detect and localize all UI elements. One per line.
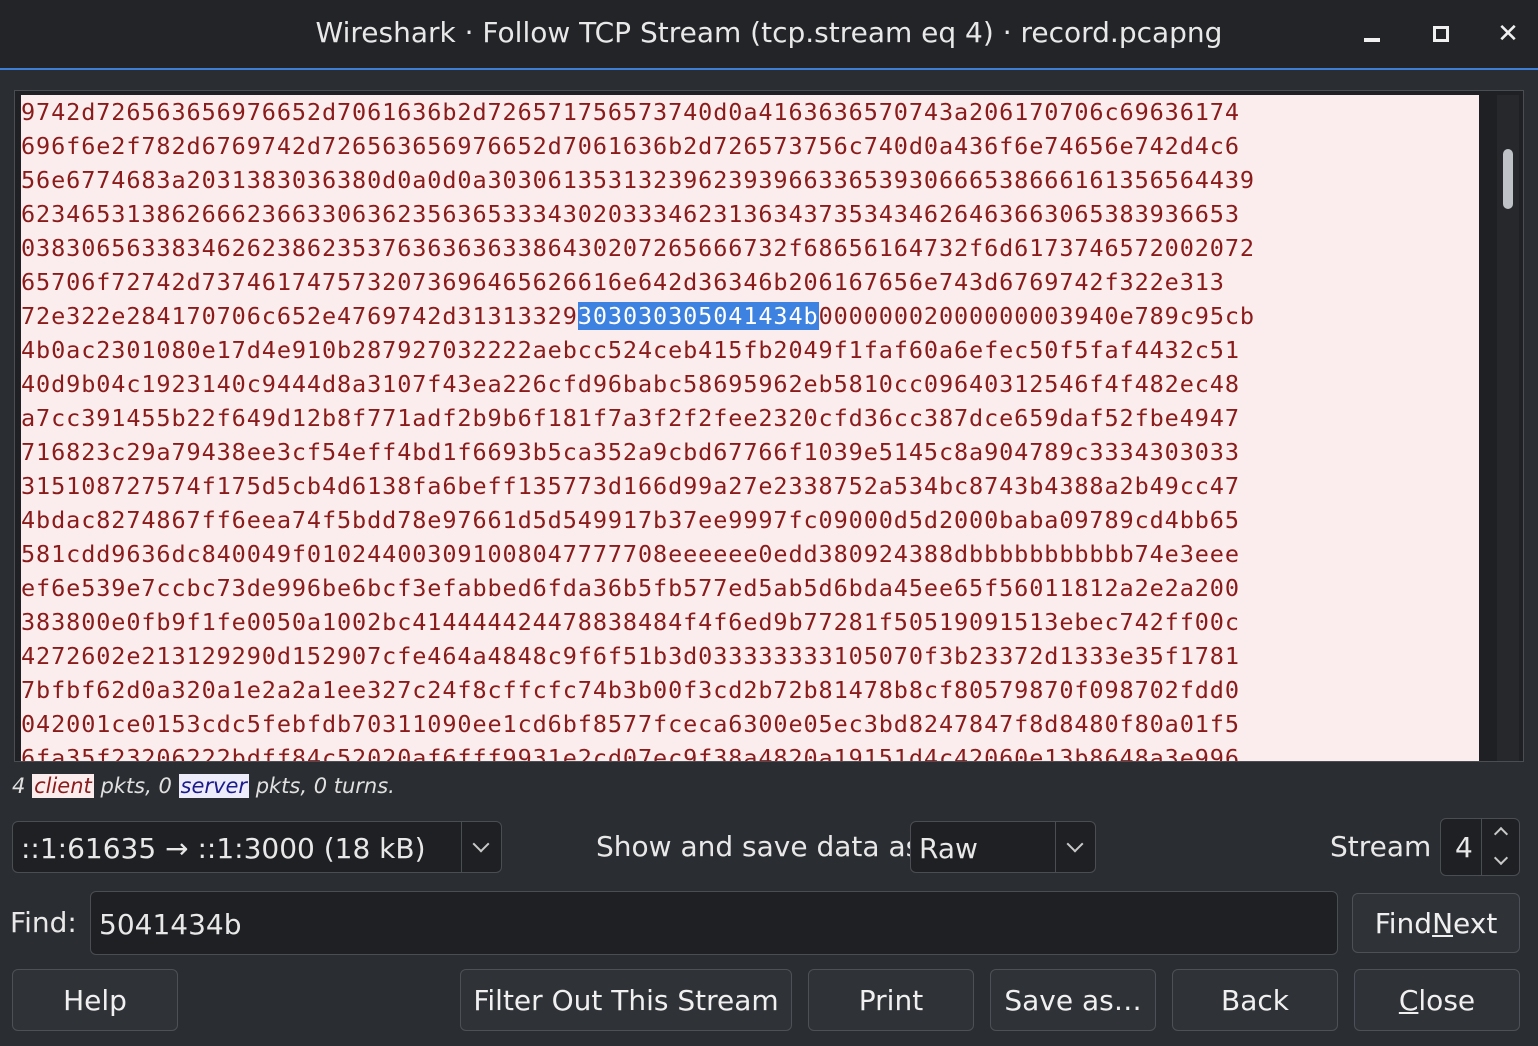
title-bar: Wireshark · Follow TCP Stream (tcp.strea… (0, 0, 1538, 70)
close-button[interactable]: Close (1354, 969, 1520, 1031)
print-button[interactable]: Print (808, 969, 974, 1031)
conversation-select[interactable]: ::1:61635 → ::1:3000 (18 kB) (12, 821, 502, 873)
stream-line[interactable]: 9742d726563656976652d7061636b2d726571756… (21, 95, 1479, 129)
chevron-up-icon[interactable] (1493, 826, 1509, 842)
stream-line[interactable]: 581cdd9636dc840049f010244003091008047777… (21, 537, 1479, 571)
maximize-icon[interactable] (1422, 16, 1458, 52)
stream-summary: 4 client pkts, 0 server pkts, 0 turns. (12, 774, 395, 798)
find-label: Find: (10, 906, 77, 939)
format-label: Show and save data as (596, 830, 921, 863)
stream-line[interactable]: 4272602e213129290d152907cfe464a4848c9f6f… (21, 639, 1479, 673)
stream-line[interactable]: 042001ce0153cdc5febfdb70311090ee1cd6bf85… (21, 707, 1479, 741)
find-input[interactable]: 5041434b (90, 891, 1338, 955)
stream-line[interactable]: 696f6e2f782d6769742d726563656976652d7061… (21, 129, 1479, 163)
stream-line[interactable]: 4b0ac2301080e17d4e910b287927032222aebcc5… (21, 333, 1479, 367)
stream-line[interactable]: 716823c29a79438ee3cf54eff4bd1f6693b5ca35… (21, 435, 1479, 469)
server-legend: server (178, 774, 249, 798)
stream-line[interactable]: 72e322e284170706c652e4769742d31313329303… (21, 299, 1479, 333)
help-button[interactable]: Help (12, 969, 178, 1031)
stream-text[interactable]: 9742d726563656976652d7061636b2d726571756… (21, 95, 1479, 761)
pkts-separator: pkts, 0 (100, 774, 172, 798)
stream-line[interactable]: 56e6774683a2031383036380d0a0d0a303061353… (21, 163, 1479, 197)
stream-line[interactable]: 383800e0fb9f1fe0050a1002bc41444442447883… (21, 605, 1479, 639)
format-select[interactable]: Raw (910, 821, 1096, 873)
stream-line[interactable]: 315108727574f175d5cb4d6138fa6beff135773d… (21, 469, 1479, 503)
vertical-scrollbar[interactable] (1497, 95, 1519, 761)
find-match-highlight: 303030305041434b (577, 302, 819, 330)
status-suffix: pkts, 0 turns. (255, 774, 395, 798)
client-pkt-count: 4 (12, 774, 26, 798)
stream-line[interactable]: 6234653138626662366330636235636533343020… (21, 197, 1479, 231)
chevron-down-icon[interactable] (1055, 822, 1096, 872)
stream-number-value: 4 (1455, 831, 1473, 864)
filter-out-stream-button[interactable]: Filter Out This Stream (460, 969, 792, 1031)
stream-line[interactable]: 0383065633834626238623537636363633864302… (21, 231, 1479, 265)
stream-line[interactable]: 4bdac8274867ff6eea74f5bdd78e97661d5d5499… (21, 503, 1479, 537)
close-icon[interactable]: ✕ (1490, 16, 1526, 52)
back-button[interactable]: Back (1172, 969, 1338, 1031)
stream-line-pre-match: 72e322e284170706c652e4769742d31313329 (21, 302, 578, 330)
stream-content-pane[interactable]: 9742d726563656976652d7061636b2d726571756… (14, 90, 1524, 762)
find-next-mnemonic: N (1432, 906, 1454, 940)
stream-line[interactable]: a7cc391455b22f649d12b8f771adf2b9b6f181f7… (21, 401, 1479, 435)
chevron-down-icon[interactable] (461, 822, 502, 872)
stream-line[interactable]: 65706f72742d7374617475732073696465626616… (21, 265, 1479, 299)
window-title: Wireshark · Follow TCP Stream (tcp.strea… (315, 16, 1223, 49)
stream-line[interactable]: 6fa35f23206222bdff84c52020af6fff9931e2cd… (21, 741, 1479, 761)
find-next-button[interactable]: Find Next (1352, 893, 1520, 953)
find-next-label-b: ext (1453, 906, 1498, 940)
stream-line-post-match: 00000002000000003940e789c95cb (818, 302, 1255, 330)
find-next-label-a: Find (1374, 906, 1433, 940)
close-mnemonic: C (1398, 983, 1419, 1017)
conversation-value: ::1:61635 → ::1:3000 (18 kB) (21, 832, 426, 865)
stream-line[interactable]: 7bfbf62d0a320a1e2a2a1ee327c24f8cffcfc74b… (21, 673, 1479, 707)
format-value: Raw (919, 832, 978, 865)
scrollbar-thumb[interactable] (1503, 149, 1513, 209)
close-label: lose (1418, 983, 1476, 1017)
chevron-down-icon[interactable] (1493, 850, 1509, 866)
minimize-icon[interactable] (1354, 16, 1390, 52)
client-legend: client (32, 774, 94, 798)
stream-line[interactable]: ef6e539e7ccbc73de996be6bcf3efabbed6fda36… (21, 571, 1479, 605)
save-as-button[interactable]: Save as… (990, 969, 1156, 1031)
stream-label: Stream (1330, 830, 1432, 863)
stream-line[interactable]: 40d9b04c1923140c9444d8a3107f43ea226cfd96… (21, 367, 1479, 401)
stream-number-spinbox[interactable]: 4 (1440, 818, 1520, 876)
